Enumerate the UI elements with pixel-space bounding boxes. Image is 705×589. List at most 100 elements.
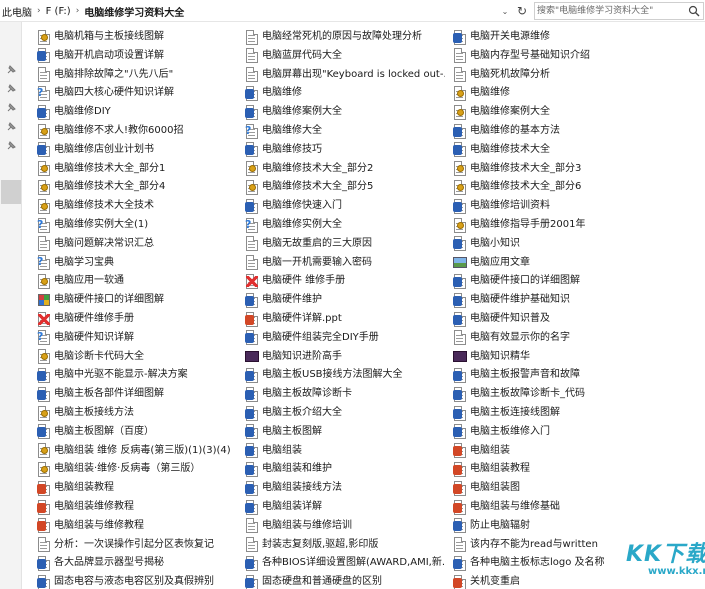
search-input[interactable] [537,4,685,18]
refresh-icon[interactable]: ↻ [514,3,530,19]
file-item[interactable]: 电脑组装与维修基础 [453,498,703,516]
file-item[interactable]: 电脑维修的基本方法 [453,122,703,140]
file-item[interactable]: 电脑主板介绍大全 [245,404,445,422]
file-item[interactable]: 电脑维修快速入门 [245,197,445,215]
file-item[interactable]: ? 电脑四大核心硬件知识详解 [37,84,237,102]
file-item[interactable]: 电脑维修技术大全_部分6 [453,178,703,196]
breadcrumb-this-pc[interactable]: 此电脑 [2,4,32,19]
breadcrumb-current-folder[interactable]: 电脑维修学习资料大全 [84,4,184,19]
file-item[interactable]: 各种BIOS详细设置图解(AWARD,AMI,新... [245,554,445,572]
file-item[interactable]: 电脑主板各部件详细图解 [37,385,237,403]
file-item[interactable]: 防止电脑辐射 [453,517,703,535]
file-item[interactable]: 电脑硬件组装完全DIY手册 [245,329,445,347]
selected-nav-item[interactable] [1,180,21,204]
file-item[interactable]: 电脑组装教程 [453,460,703,478]
file-item[interactable]: 电脑蓝屏代码大全 [245,47,445,65]
file-item[interactable]: 电脑维修技术大全_部分4 [37,178,237,196]
file-item[interactable]: 分析：一次误操作引起分区表恢复记 [37,536,237,554]
file-item[interactable]: 电脑维修 [453,84,703,102]
file-item[interactable]: 电脑知识进阶高手 [245,348,445,366]
file-item[interactable]: 电脑知识精华 [453,348,703,366]
file-item[interactable]: 电脑主板故障诊断卡 [245,385,445,403]
file-item[interactable]: 电脑经常死机的原因与故障处理分析 [245,28,445,46]
file-item[interactable]: 电脑无故重启的三大原因 [245,235,445,253]
file-item[interactable]: 电脑维修技术大全_部分1 [37,160,237,178]
file-item[interactable]: ? 电脑学习宝典 [37,254,237,272]
search-icon[interactable] [688,5,700,17]
file-item[interactable]: 电脑主板报警声音和故障 [453,366,703,384]
file-item[interactable]: 电脑硬件维修手册 [37,310,237,328]
file-item[interactable]: 电脑维修指导手册2001年 [453,216,703,234]
file-item[interactable]: 电脑组装 [453,442,703,460]
file-item[interactable]: 电脑硬件维护基础知识 [453,291,703,309]
file-item[interactable]: 电脑诊断卡代码大全 [37,348,237,366]
file-item[interactable]: 电脑维修技术大全 [453,141,703,159]
file-item[interactable]: 电脑组装与维修教程 [37,517,237,535]
pin-icon[interactable] [5,102,17,114]
file-item[interactable]: ? 电脑维修实例大全(1) [37,216,237,234]
file-item[interactable]: 电脑维修技术大全_部分3 [453,160,703,178]
file-item[interactable]: 电脑开关电源维修 [453,28,703,46]
file-item[interactable]: ? 电脑硬件知识详解 [37,329,237,347]
file-item[interactable]: 电脑硬件接口的详细图解 [453,272,703,290]
file-item[interactable]: 电脑主板USB接线方法图解大全 [245,366,445,384]
file-item[interactable]: 电脑维修技巧 [245,141,445,159]
file-item[interactable]: 电脑机箱与主板接线图解 [37,28,237,46]
file-item[interactable]: 电脑中光驱不能显示-解决方案 [37,366,237,384]
file-item[interactable]: 电脑应用文章 [453,254,703,272]
pin-icon[interactable] [5,121,17,133]
file-item[interactable]: 电脑应用一软通 [37,272,237,290]
file-item[interactable]: 电脑维修培训资料 [453,197,703,215]
file-item[interactable]: 电脑主板故障诊断卡_代码 [453,385,703,403]
file-item[interactable]: 电脑硬件维护 [245,291,445,309]
file-item[interactable]: 电脑维修 [245,84,445,102]
file-item[interactable]: 电脑维修技术大全技术 [37,197,237,215]
pin-icon[interactable] [5,64,17,76]
file-item[interactable]: 电脑维修不求人!教你6000招 [37,122,237,140]
file-item[interactable]: 电脑问题解决常识汇总 [37,235,237,253]
file-item[interactable]: 电脑组装图 [453,479,703,497]
address-history-chevron-down-icon[interactable]: ⌄ [497,3,513,19]
file-item[interactable]: 电脑维修案例大全 [245,103,445,121]
file-item[interactable]: 电脑维修店创业计划书 [37,141,237,159]
search-box[interactable] [534,2,704,20]
file-item[interactable]: ? 电脑维修实例大全 [245,216,445,234]
file-item[interactable]: 固态电容与液态电容区别及真假辨别 [37,573,237,589]
breadcrumb-drive-f[interactable]: F (F:) [46,6,71,17]
file-item[interactable]: 电脑维修案例大全 [453,103,703,121]
pin-icon[interactable] [5,83,17,95]
file-item[interactable]: 电脑组装教程 [37,479,237,497]
file-item[interactable]: 电脑主板图解 [245,423,445,441]
file-item[interactable]: 固态硬盘和普通硬盘的区别 [245,573,445,589]
file-item[interactable]: 电脑维修技术大全_部分2 [245,160,445,178]
file-item[interactable]: 电脑维修技术大全_部分5 [245,178,445,196]
file-item[interactable]: ? 电脑维修大全 [245,122,445,140]
file-item[interactable]: 电脑组装 维修 反病毒(第三版)(1)(3)(4) [37,442,237,460]
file-item[interactable]: 电脑内存型号基础知识介绍 [453,47,703,65]
file-item[interactable]: 电脑硬件接口的详细图解 [37,291,237,309]
file-item[interactable]: 电脑排除故障之"八先八后" [37,66,237,84]
file-item[interactable]: 电脑维修DIY [37,103,237,121]
file-item[interactable]: 电脑硬件知识普及 [453,310,703,328]
file-item[interactable]: 电脑组装维修教程 [37,498,237,516]
file-item[interactable]: 电脑主板连接线图解 [453,404,703,422]
file-item[interactable]: 电脑屏幕出现"Keyboard is locked out-... [245,66,445,84]
pin-icon[interactable] [5,140,17,152]
file-item[interactable]: 电脑组装 [245,442,445,460]
file-item[interactable]: 电脑开机启动项设置详解 [37,47,237,65]
file-item[interactable]: 电脑有效显示你的名字 [453,329,703,347]
file-item[interactable]: 电脑硬件详解.ppt [245,310,445,328]
file-item[interactable]: 电脑主板图解（百度） [37,423,237,441]
file-item[interactable]: 电脑死机故障分析 [453,66,703,84]
file-item[interactable]: 电脑一开机需要输入密码 [245,254,445,272]
file-item[interactable]: 电脑组装和维护 [245,460,445,478]
file-item[interactable]: 电脑小知识 [453,235,703,253]
file-item[interactable]: 电脑组装·维修·反病毒（第三版） [37,460,237,478]
file-item[interactable]: 电脑组装详解 [245,498,445,516]
file-item[interactable]: 电脑组装与维修培训 [245,517,445,535]
file-item[interactable]: 电脑主板维修入门 [453,423,703,441]
file-item[interactable]: 电脑硬件 维修手册 [245,272,445,290]
file-item[interactable]: 封装志复刻版,驱超,影印版 [245,536,445,554]
file-item[interactable]: 电脑主板接线方法 [37,404,237,422]
file-item[interactable]: 各大品牌显示器型号揭秘 [37,554,237,572]
